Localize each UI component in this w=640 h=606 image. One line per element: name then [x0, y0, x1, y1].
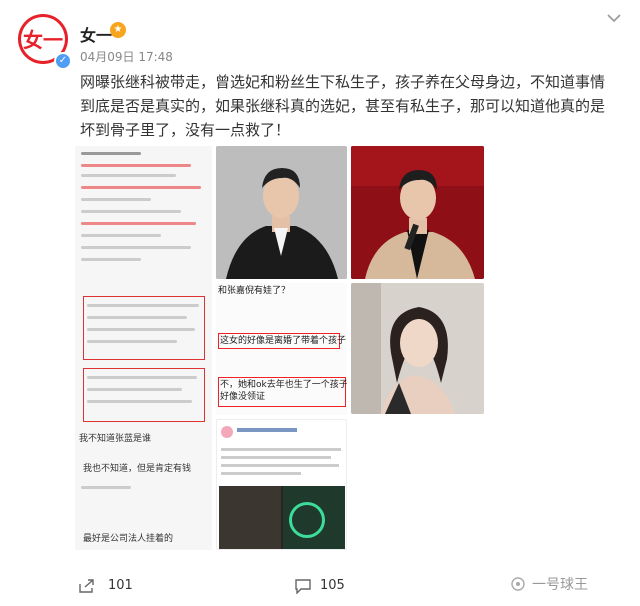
post-text: 网曝张继科被带走，曾选妃和粉丝生下私生子，孩子养在父母身边，不知道事情到底是否是…: [80, 73, 606, 139]
comment-icon: [295, 579, 311, 595]
weibo-post: 女一 ✓ 女一 ★ 04月09日 17:48 网曝张继科被带走，曾选妃和粉丝生下…: [0, 0, 640, 606]
comment-button[interactable]: 105: [294, 578, 345, 598]
timestamp: 04月09日 17:48: [80, 50, 173, 64]
share-button[interactable]: 101: [78, 578, 133, 598]
username[interactable]: 女一: [80, 22, 112, 46]
chat-line: 和张嘉倪有娃了？: [218, 286, 291, 296]
comment-video-screenshot[interactable]: [216, 419, 347, 550]
chat-line: 不，她和ok去年也生了一个孩子的，: [220, 380, 347, 390]
chevron-down-icon[interactable]: [604, 12, 624, 26]
photo-man-leather-jacket[interactable]: [216, 146, 347, 279]
video-thumbnail[interactable]: [219, 486, 345, 549]
comment-line: 我不知道张蓝是谁: [79, 434, 152, 444]
verified-icon: ✓: [54, 52, 72, 70]
photo-woman[interactable]: [351, 283, 484, 414]
comment-line: 我也不知道，但是肯定有钱: [83, 464, 192, 474]
share-count: 101: [108, 578, 133, 593]
screenshot-image-left[interactable]: 我不知道张蓝是谁 我也不知道，但是肯定有钱 最好是公司法人挂着的: [75, 146, 212, 550]
comment-line: 最好是公司法人挂着的: [83, 534, 174, 544]
comment-count: 105: [320, 578, 345, 593]
share-icon: [79, 579, 94, 593]
chat-screenshot[interactable]: 和张嘉倪有娃了？ 这女的好像是离婚了带着个孩子 不，她和ok去年也生了一个孩子的…: [216, 283, 347, 415]
avatar-logo: 女一: [23, 28, 63, 52]
chat-line: 好像没领证: [220, 392, 266, 402]
crown-badge-icon: ★: [110, 22, 126, 38]
photo-man-microphone[interactable]: [351, 146, 484, 279]
watermark-text: 一号球王: [532, 577, 588, 593]
chat-line: 这女的好像是离婚了带着个孩子: [220, 336, 347, 346]
watermark-icon: [511, 577, 525, 591]
